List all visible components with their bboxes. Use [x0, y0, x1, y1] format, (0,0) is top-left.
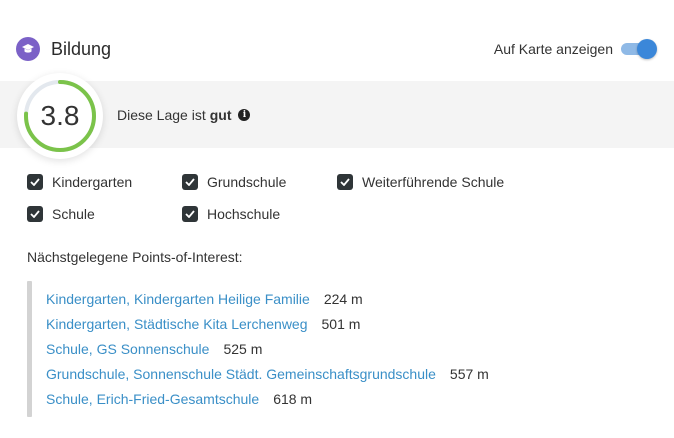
poi-list: Kindergarten, Kindergarten Heilige Famil… [46, 289, 489, 414]
list-item: Kindergarten, Kindergarten Heilige Famil… [46, 289, 489, 314]
map-toggle-label: Auf Karte anzeigen [493, 41, 613, 57]
filter-label: Hochschule [207, 206, 281, 222]
filter-label: Kindergarten [52, 174, 133, 190]
checkbox-checked-icon[interactable] [337, 174, 353, 190]
section-title: Bildung [51, 39, 112, 59]
list-item: Grundschule, Sonnenschule Städt. Gemeins… [46, 364, 489, 389]
rating-text: Diese Lage ist gut i [117, 106, 251, 124]
poi-distance: 501 m [321, 316, 361, 332]
poi-distance: 557 m [449, 366, 489, 382]
poi-distance: 224 m [323, 291, 363, 307]
map-toggle[interactable] [621, 39, 657, 59]
filter-label: Weiterführende Schule [362, 174, 505, 190]
list-item: Schule, GS Sonnenschule 525 m [46, 339, 489, 364]
checkbox-checked-icon[interactable] [27, 206, 43, 222]
filter-weiterfuehrende-schule[interactable]: Weiterführende Schule [337, 173, 504, 191]
poi-link[interactable]: Schule, Erich-Fried-Gesamtschule [46, 391, 259, 407]
graduation-cap-icon [16, 37, 40, 61]
filter-hochschule[interactable]: Hochschule [182, 205, 280, 223]
checkbox-checked-icon[interactable] [182, 206, 198, 222]
filter-label: Schule [52, 206, 95, 222]
filter-label: Grundschule [207, 174, 287, 190]
filter-grundschule[interactable]: Grundschule [182, 173, 286, 191]
poi-link[interactable]: Schule, GS Sonnenschule [46, 341, 209, 357]
info-icon[interactable]: i [238, 109, 251, 121]
poi-heading: Nächstgelegene Points-of-Interest: [27, 249, 243, 265]
rating-value: gut [209, 107, 232, 123]
poi-distance: 525 m [223, 341, 263, 357]
checkbox-checked-icon[interactable] [27, 174, 43, 190]
toggle-knob [637, 39, 657, 59]
list-item: Schule, Erich-Fried-Gesamtschule 618 m [46, 389, 489, 414]
poi-link[interactable]: Kindergarten, Städtische Kita Lerchenweg [46, 316, 308, 332]
score-gauge: 3.8 [17, 73, 103, 159]
filter-schule[interactable]: Schule [27, 205, 95, 223]
filter-kindergarten[interactable]: Kindergarten [27, 173, 132, 191]
score-value: 3.8 [40, 100, 80, 131]
checkbox-checked-icon[interactable] [182, 174, 198, 190]
poi-link[interactable]: Grundschule, Sonnenschule Städt. Gemeins… [46, 366, 436, 382]
rating-prefix: Diese Lage ist [117, 107, 206, 123]
section-header: Bildung Auf Karte anzeigen [0, 0, 674, 80]
poi-divider [27, 281, 32, 417]
poi-distance: 618 m [273, 391, 313, 407]
poi-link[interactable]: Kindergarten, Kindergarten Heilige Famil… [46, 291, 310, 307]
list-item: Kindergarten, Städtische Kita Lerchenweg… [46, 314, 489, 339]
